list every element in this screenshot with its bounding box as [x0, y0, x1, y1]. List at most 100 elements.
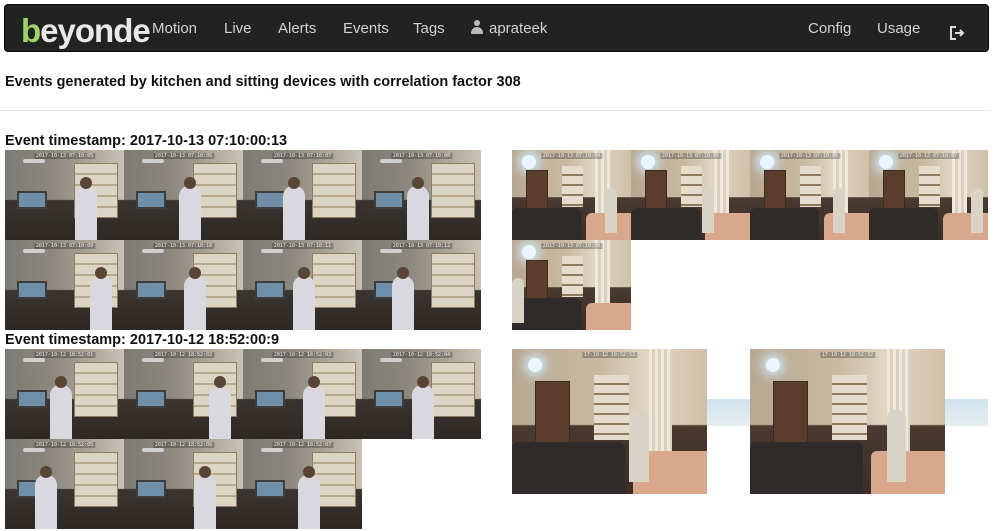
frame-timestamp: 2017-10-13 07:10:05: [33, 153, 96, 159]
scene-person-head: [189, 267, 201, 279]
kitchen-thumbnail-grid: 2017-10-12 18:52:01 2017-10-12 18:52:02 20…: [5, 349, 481, 529]
scene-fan: [380, 159, 402, 163]
nav-config[interactable]: Config: [808, 19, 851, 39]
sitting-thumbnail[interactable]: 17-10-12 18:52:32: [750, 349, 945, 494]
sitting-thumbnail[interactable]: 2017-10-13 07:10:04: [512, 150, 631, 240]
frame-timestamp: 2017-10-13 07:10:07: [271, 153, 334, 159]
scene-person-head: [308, 376, 320, 388]
kitchen-thumbnail[interactable]: 2017-10-13 07:10:07: [243, 150, 362, 240]
brand-logo[interactable]: beyonde: [21, 13, 151, 49]
scene-person-head: [184, 177, 196, 189]
scene-door: [764, 169, 786, 213]
kitchen-thumbnail[interactable]: 2017-10-13 07:10:09: [5, 240, 124, 330]
kitchen-thumbnail[interactable]: 2017-10-12 18:52:06: [124, 439, 243, 529]
sitting-thumbnail[interactable]: 2017-10-13 07:10:07: [869, 150, 988, 240]
sitting-thumbnail[interactable]: 2017-10-13 07:10:06: [750, 150, 869, 240]
user-icon: [471, 20, 483, 34]
kitchen-thumbnail[interactable]: 2017-10-12 18:52:07: [243, 439, 362, 529]
kitchen-thumbnail[interactable]: 2017-10-12 18:52:02: [124, 349, 243, 439]
frame-timestamp: 2017-10-12 18:52:06: [152, 442, 215, 448]
scene-window: [255, 190, 285, 209]
scene-person: [209, 385, 231, 439]
frame-timestamp: 2017-10-12 18:52:03: [271, 352, 334, 358]
scene-sofa: [631, 207, 701, 240]
nav-user[interactable]: aprateek: [471, 19, 547, 39]
scene-person-head: [298, 267, 310, 279]
frame-timestamp: 2017-10-13 07:10:08: [390, 153, 453, 159]
kitchen-thumbnail[interactable]: 2017-10-13 07:10:10: [124, 240, 243, 330]
scene-person-head: [55, 376, 67, 388]
scene-fan: [23, 159, 45, 163]
scene-person-head: [412, 177, 424, 189]
scene-window: [136, 190, 166, 209]
kitchen-thumbnail[interactable]: 2017-10-13 07:10:12: [362, 240, 481, 330]
scene-person: [194, 475, 216, 529]
nav-usage[interactable]: Usage: [877, 19, 920, 39]
scene-person-head: [417, 376, 429, 388]
sitting-thumbnail[interactable]: 2017-10-13 07:10:08: [512, 240, 631, 330]
kitchen-thumbnail[interactable]: 2017-10-12 18:52:03: [243, 349, 362, 439]
scene-window: [255, 479, 285, 498]
scene-window: [136, 479, 166, 498]
nav-motion[interactable]: Motion: [152, 19, 197, 39]
scene-fan: [261, 358, 283, 362]
scene-shelf: [431, 162, 475, 219]
nav-tags[interactable]: Tags: [413, 19, 445, 39]
scene-lamp: [640, 155, 655, 170]
kitchen-thumbnail-grid: 2017-10-13 07:10:05 2017-10-13 07:10:06 20…: [5, 150, 481, 330]
scene-person-head: [80, 177, 92, 189]
scene-sofa: [512, 207, 582, 240]
scene-shelf: [431, 361, 475, 418]
scene-cushion: [585, 303, 631, 330]
scene-shelf: [74, 451, 118, 508]
scene-person: [412, 385, 434, 439]
kitchen-thumbnail[interactable]: 2017-10-13 07:10:08: [362, 150, 481, 240]
frame-timestamp: 2017-10-13 07:10:09: [33, 243, 96, 249]
kitchen-thumbnail[interactable]: 2017-10-12 18:52:05: [5, 439, 124, 529]
sitting-thumbnail[interactable]: 2017-10-13 07:10:05: [631, 150, 750, 240]
scene-person: [702, 187, 715, 233]
scene-person: [833, 187, 846, 233]
scene-person: [50, 385, 72, 439]
scene-fan: [261, 249, 283, 253]
frame-timestamp: 2017-10-13 07:10:06: [152, 153, 215, 159]
nav-events[interactable]: Events: [343, 19, 389, 39]
scene-person: [971, 187, 984, 233]
logout-icon[interactable]: [949, 25, 965, 41]
sitting-thumbnail[interactable]: 17-10-12 18:52:53: [512, 349, 707, 494]
kitchen-thumbnail[interactable]: 2017-10-13 07:10:11: [243, 240, 362, 330]
frame-timestamp: 2017-10-13 07:10:07: [897, 153, 960, 159]
scene-window: [374, 190, 404, 209]
scene-cushion: [870, 450, 945, 494]
frame-timestamp: 2017-10-12 18:52:04: [390, 352, 453, 358]
scene-fan: [142, 448, 164, 452]
scene-sofa: [750, 207, 820, 240]
scene-sofa: [869, 207, 939, 240]
scene-window: [136, 389, 166, 408]
scene-fan: [142, 358, 164, 362]
frame-timestamp: 2017-10-13 07:10:06: [778, 153, 841, 159]
scene-person-head: [397, 267, 409, 279]
scene-door: [773, 380, 809, 451]
scene-shelves: [561, 166, 584, 207]
scene-sofa: [750, 441, 864, 494]
scene-door: [883, 169, 905, 213]
scene-person: [90, 276, 112, 330]
frame-timestamp: 2017-10-12 18:52:05: [33, 442, 96, 448]
scene-curtain: [595, 240, 610, 303]
kitchen-thumbnail[interactable]: 2017-10-12 18:52:04: [362, 349, 481, 439]
kitchen-thumbnail[interactable]: 2017-10-13 07:10:06: [124, 150, 243, 240]
scene-curtain: [952, 150, 967, 213]
kitchen-thumbnail[interactable]: 2017-10-12 18:52:01: [5, 349, 124, 439]
scene-window: [374, 389, 404, 408]
scene-person: [512, 277, 524, 323]
nav-alerts[interactable]: Alerts: [278, 19, 316, 39]
scene-person: [179, 186, 201, 240]
scene-person: [392, 276, 414, 330]
scene-person: [293, 276, 315, 330]
page-heading: Events generated by kitchen and sitting …: [5, 74, 521, 90]
scene-lamp: [765, 357, 780, 372]
nav-live[interactable]: Live: [224, 19, 252, 39]
kitchen-thumbnail[interactable]: 2017-10-13 07:10:05: [5, 150, 124, 240]
scene-window: [255, 280, 285, 299]
